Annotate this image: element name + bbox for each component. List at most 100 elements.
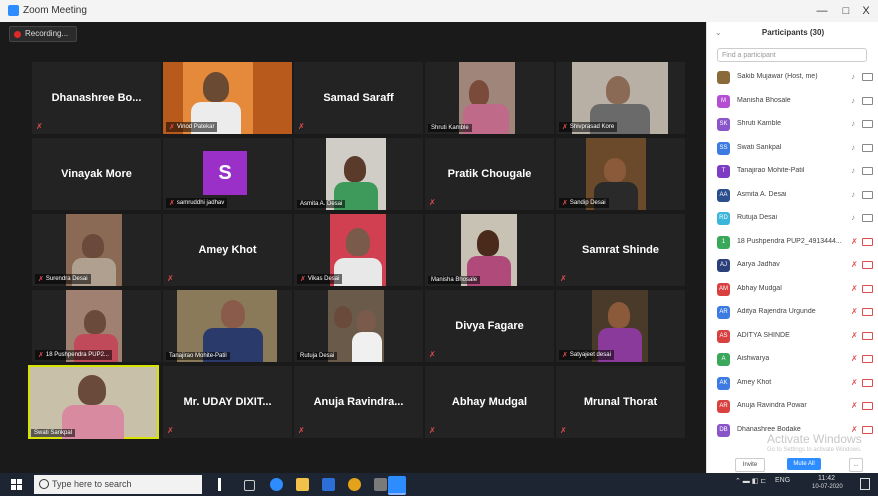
participant-name: Sakib Mujawar (Host, me): [737, 73, 818, 80]
video-tile[interactable]: Abhay Mudgal ✗: [425, 366, 554, 438]
video-tile[interactable]: Dhanashree Bo... ✗: [32, 62, 161, 134]
camera-icon[interactable]: [862, 402, 873, 410]
video-tile[interactable]: Anuja Ravindra... ✗: [294, 366, 423, 438]
task-view-icon[interactable]: [244, 480, 255, 491]
participant-row[interactable]: AJ Aarya Jadhav ✗: [707, 254, 878, 278]
mic-muted-icon[interactable]: ✗: [851, 331, 858, 340]
mic-icon[interactable]: ♪: [851, 72, 855, 81]
mic-icon[interactable]: ♪: [851, 119, 855, 128]
zoom-taskbar-icon[interactable]: [388, 476, 406, 495]
participant-row[interactable]: Sakib Mujawar (Host, me) ♪: [707, 66, 878, 90]
participant-row[interactable]: AR Anuja Ravindra Powar ✗: [707, 395, 878, 419]
mic-muted-icon[interactable]: ✗: [851, 284, 858, 293]
video-tile[interactable]: ✗ Surendra Desai: [32, 214, 161, 286]
camera-icon[interactable]: [862, 143, 873, 152]
camera-icon[interactable]: [862, 284, 873, 293]
invite-button[interactable]: Invite: [735, 458, 765, 472]
camera-icon[interactable]: [862, 355, 873, 363]
camera-icon[interactable]: [862, 237, 873, 246]
video-tile[interactable]: ✗ Vinod Patekar: [163, 62, 292, 134]
camera-icon[interactable]: [862, 261, 873, 269]
mic-icon[interactable]: [218, 478, 221, 491]
video-tile[interactable]: ✗ Shivprasad Kore: [556, 62, 685, 134]
video-tile[interactable]: Pratik Chougale ✗: [425, 138, 554, 210]
more-button[interactable]: ...: [849, 458, 863, 472]
camera-icon[interactable]: [862, 96, 873, 105]
video-tile[interactable]: Mr. UDAY DIXIT... ✗: [163, 366, 292, 438]
minimize-button[interactable]: —: [812, 3, 832, 19]
video-tile[interactable]: Rutuja Desai: [294, 290, 423, 362]
camera-icon[interactable]: [862, 378, 873, 387]
file-explorer-icon[interactable]: [296, 478, 309, 491]
edge-browser-icon[interactable]: [270, 478, 283, 491]
video-tile[interactable]: Shruti Kamble: [425, 62, 554, 134]
camera-icon[interactable]: [862, 120, 873, 128]
participant-row[interactable]: AK Amey Khot ✗: [707, 372, 878, 396]
participant-row[interactable]: SS Swati Sankpal ♪: [707, 137, 878, 161]
camera-icon[interactable]: [862, 167, 873, 175]
maximize-button[interactable]: □: [836, 3, 856, 19]
participant-name: Samad Saraff: [323, 92, 394, 104]
chrome-icon[interactable]: [348, 478, 361, 491]
participant-row[interactable]: AS ADITYA SHINDE ✗: [707, 325, 878, 349]
participant-row[interactable]: 1 18 Pushpendra PUP2_4913444... ✗: [707, 231, 878, 255]
video-tile[interactable]: Divya Fagare ✗: [425, 290, 554, 362]
mic-muted-icon[interactable]: ✗: [851, 378, 858, 387]
mic-icon[interactable]: ♪: [851, 190, 855, 199]
mute-all-button[interactable]: Mute All: [787, 458, 821, 470]
mic-muted-icon[interactable]: ✗: [851, 260, 858, 269]
participant-video: [356, 310, 376, 332]
camera-icon[interactable]: [862, 73, 873, 81]
participant-name: Pratik Chougale: [447, 168, 532, 180]
video-tile[interactable]: Vinayak More: [32, 138, 161, 210]
mic-muted-icon[interactable]: ✗: [851, 237, 858, 246]
participant-label: ✗ samruddhi jadhav: [166, 198, 228, 208]
language-indicator[interactable]: ENG: [775, 477, 790, 484]
participant-row[interactable]: SK Shruti Kamble ♪: [707, 113, 878, 137]
video-tile-active-speaker[interactable]: Swati Sankpal: [28, 365, 159, 439]
video-tile[interactable]: S ✗ samruddhi jadhav: [163, 138, 292, 210]
video-tile[interactable]: ✗ 18 Pushpendra PUP2...: [32, 290, 161, 362]
video-tile[interactable]: Amey Khot ✗: [163, 214, 292, 286]
app-icon[interactable]: [374, 478, 387, 491]
participant-row[interactable]: A Aishwarya ✗: [707, 348, 878, 372]
participant-row[interactable]: AM Abhay Mudgal ✗: [707, 278, 878, 302]
close-button[interactable]: X: [856, 3, 876, 19]
video-tile[interactable]: Asmita A. Desai: [294, 138, 423, 210]
participant-row[interactable]: RD Rutuja Desai ♪: [707, 207, 878, 231]
camera-icon[interactable]: [862, 308, 873, 316]
mic-icon[interactable]: ♪: [851, 213, 855, 222]
video-tile[interactable]: ✗ Satyajeet desai: [556, 290, 685, 362]
store-icon[interactable]: [322, 478, 335, 491]
video-tile[interactable]: Samrat Shinde ✗: [556, 214, 685, 286]
video-tile[interactable]: Mrunal Thorat ✗: [556, 366, 685, 438]
participant-name: Tanajirao Mohite-Patil: [737, 167, 805, 174]
camera-icon[interactable]: [862, 331, 873, 340]
camera-icon[interactable]: [862, 425, 873, 434]
clock-date[interactable]: 10-07-2020: [812, 484, 843, 490]
mic-icon[interactable]: ♪: [851, 143, 855, 152]
participant-row[interactable]: M Manisha Bhosale ♪: [707, 90, 878, 114]
windows-start-icon[interactable]: [11, 479, 22, 490]
video-tile[interactable]: Manisha Bhosale: [425, 214, 554, 286]
mic-icon[interactable]: ♪: [851, 96, 855, 105]
recording-indicator[interactable]: Recording...: [9, 26, 78, 42]
camera-icon[interactable]: [862, 190, 873, 199]
video-tile[interactable]: ✗ Sandip Desai: [556, 138, 685, 210]
participant-row[interactable]: T Tanajirao Mohite-Patil ♪: [707, 160, 878, 184]
taskbar-search-input[interactable]: Type here to search: [34, 475, 202, 494]
mic-muted-icon[interactable]: ✗: [851, 401, 858, 410]
camera-icon[interactable]: [862, 214, 873, 222]
participant-search-input[interactable]: Find a participant: [717, 48, 867, 62]
notification-icon[interactable]: [860, 478, 870, 490]
video-tile[interactable]: Samad Saraff ✗: [294, 62, 423, 134]
mic-muted-icon[interactable]: ✗: [851, 354, 858, 363]
video-tile[interactable]: ✗ Vikas Desai: [294, 214, 423, 286]
mic-icon[interactable]: ♪: [851, 166, 855, 175]
participant-row[interactable]: AR Aditya Rajendra Urgunde ✗: [707, 301, 878, 325]
clock-time[interactable]: 11:42: [818, 475, 835, 482]
mic-muted-icon[interactable]: ✗: [851, 307, 858, 316]
participants-title: Participants (30): [761, 28, 825, 37]
participant-row[interactable]: AA Asmita A. Desai ♪: [707, 184, 878, 208]
video-tile[interactable]: Tanajirao Mohite-Patil: [163, 290, 292, 362]
